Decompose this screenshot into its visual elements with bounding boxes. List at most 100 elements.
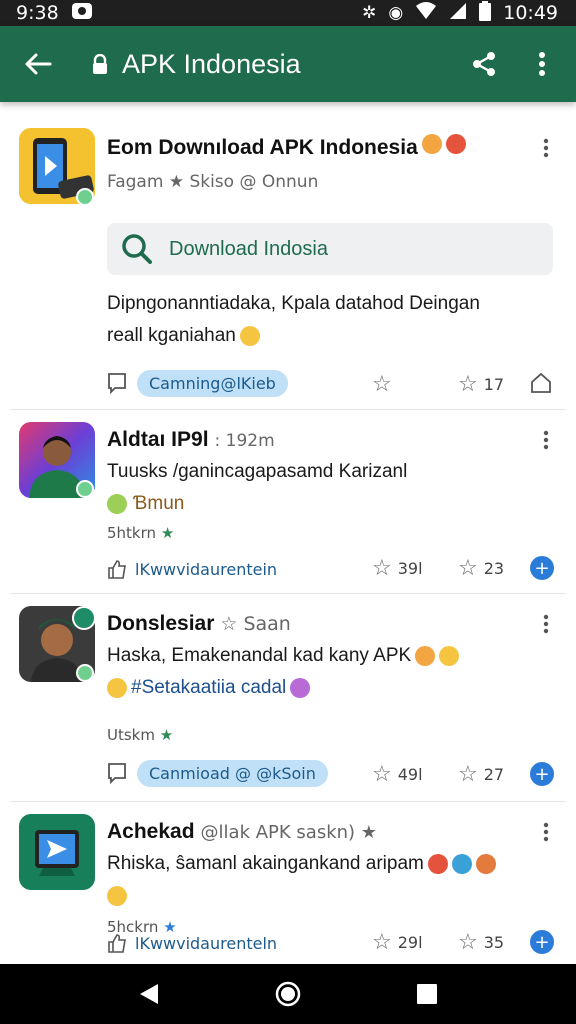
star-icon: ☆ — [458, 372, 478, 397]
favorite-button[interactable]: ☆ 17 — [458, 372, 504, 397]
home-icon[interactable] — [530, 372, 552, 394]
post-card: Aldtaı IP9l : 192m Tuusks /ganincagapasa… — [10, 410, 566, 594]
emoji-icon — [107, 677, 127, 698]
status-time-right: 10:49 — [503, 2, 558, 24]
emoji-icon — [427, 853, 448, 874]
status-time-left: 9:38 — [16, 2, 59, 24]
post-meta: Fagam ★ Skiso @ Onnun — [107, 172, 319, 192]
star-icon: ☆ — [458, 762, 478, 787]
star-button[interactable]: ☆ 49l — [372, 762, 423, 787]
profile-link[interactable]: lKwwvidaurenteln — [135, 934, 277, 953]
profile-link[interactable]: lKwwvidaurentein — [135, 560, 277, 579]
post-text: Haska, Emakenandal kad kany APK #Setakaa… — [107, 640, 547, 704]
plus-icon: + — [530, 930, 554, 954]
post-text: Rhiska, ŝamanl akaingankand aripam — [107, 848, 547, 912]
post-card: Achekad @llak APK saskn) ★ Rhiska, ŝaman… — [10, 802, 566, 964]
star-count: 39l — [397, 559, 423, 578]
wifi-icon — [415, 1, 437, 25]
plus-icon: + — [530, 762, 554, 786]
star-button[interactable]: ☆ 29l — [372, 930, 423, 955]
download-search-field[interactable]: Download Indosia — [107, 223, 553, 275]
post-small-label: Utskm — [107, 726, 155, 744]
smile-emoji-icon — [107, 885, 127, 906]
emoji-icon — [451, 853, 472, 874]
post-text-line: Tuusks /ganincagapasamd Karizanl — [107, 461, 408, 482]
search-label: Download Indosia — [169, 237, 328, 260]
share-icon[interactable] — [464, 44, 504, 84]
post-author[interactable]: Eom Downıload APK Indonesia — [107, 136, 418, 160]
star-icon: ☆ — [372, 930, 392, 955]
favorite-count: 17 — [483, 375, 505, 394]
like-icon[interactable] — [107, 933, 127, 953]
recents-nav-button[interactable] — [407, 974, 447, 1014]
add-button[interactable]: + — [530, 930, 554, 954]
app-bar: APK Indonesia — [0, 26, 576, 102]
star-button[interactable]: ☆ — [372, 372, 392, 397]
star-icon: ★ — [159, 726, 174, 744]
post-author[interactable]: Donslesiar — [107, 612, 214, 636]
post-menu-icon[interactable] — [536, 134, 556, 162]
post-text-line: Rhiska, ŝamanl akaingankand aripam — [107, 853, 424, 874]
post-small-meta: Utskm ★ — [107, 726, 173, 744]
post-time: : 192m — [214, 431, 275, 451]
star-icon: ☆ — [458, 930, 478, 955]
verified-badge — [76, 480, 94, 498]
post-author[interactable]: Achekad — [107, 820, 195, 844]
post-menu-icon[interactable] — [536, 426, 556, 454]
star-icon: ☆ — [372, 762, 392, 787]
post-text-line: Ɓmun — [133, 493, 185, 514]
settings-status-icon: ✲ — [362, 3, 377, 23]
home-nav-button[interactable] — [268, 974, 308, 1014]
emoji-icon — [290, 677, 311, 698]
favorite-count: 27 — [483, 765, 505, 784]
post-menu-icon[interactable] — [536, 610, 556, 638]
star-count: 29l — [397, 933, 423, 952]
more-options-icon[interactable] — [526, 44, 558, 84]
emoji-icon — [445, 134, 466, 154]
post-text-line: Haska, Emakenandal kad kany APK — [107, 645, 412, 666]
battery-icon — [479, 0, 492, 26]
add-button[interactable]: + — [530, 762, 554, 786]
back-nav-button[interactable] — [129, 974, 169, 1014]
verified-badge — [76, 664, 94, 682]
post-meta: ☆ Saan — [220, 613, 291, 635]
post-card: Eom Downıload APK Indonesia Fagam ★ Skis… — [10, 116, 566, 410]
tag-pill[interactable]: Canmioad @ @kSoin — [137, 759, 328, 787]
favorite-button[interactable]: ☆ 35 — [458, 930, 504, 955]
emoji-icon — [439, 645, 460, 666]
post-menu-icon[interactable] — [536, 818, 556, 846]
post-author[interactable]: Aldtaı IP9l — [107, 428, 209, 452]
emoji-icon — [107, 493, 127, 514]
favorite-button[interactable]: ☆ 23 — [458, 556, 504, 581]
post-text-line: Dipngonanntiadaka, Kpala datahod Deingan — [107, 293, 480, 314]
back-arrow-icon[interactable] — [18, 44, 58, 84]
star-button[interactable]: ☆ 39l — [372, 556, 423, 581]
star-icon: ☆ — [372, 372, 392, 397]
plus-icon: + — [530, 556, 554, 580]
signal-icon — [449, 2, 467, 25]
emoji-icon — [475, 853, 496, 874]
star-icon: ☆ — [458, 556, 478, 581]
emoji-icon — [421, 134, 442, 154]
smile-emoji-icon — [239, 325, 260, 346]
verified-badge — [76, 188, 94, 206]
hotspot-icon: ◉ — [388, 3, 404, 23]
favorite-count: 23 — [483, 559, 505, 578]
emoji-icon — [415, 645, 436, 666]
add-button[interactable]: + — [530, 556, 554, 580]
system-nav-bar — [0, 964, 576, 1024]
post-card: Donslesiar ☆ Saan Haska, Emakenandal kad… — [10, 594, 566, 802]
comment-icon[interactable] — [107, 372, 127, 394]
star-count: 49l — [397, 765, 423, 784]
app-avatar[interactable] — [19, 814, 95, 890]
notification-icon — [71, 2, 93, 25]
post-small-meta: 5htkrn ★ — [107, 524, 174, 542]
tag-pill[interactable]: Camning@lKieb — [137, 369, 288, 397]
star-icon: ★ — [160, 524, 175, 542]
status-bar: 9:38 ✲ ◉ 10:49 — [0, 0, 576, 26]
like-icon[interactable] — [107, 559, 127, 579]
favorite-button[interactable]: ☆ 27 — [458, 762, 504, 787]
post-text-line: reall kganiahan — [107, 325, 236, 346]
post-text: Dipngonanntiadaka, Kpala datahod Deingan… — [107, 288, 527, 352]
comment-icon[interactable] — [107, 762, 127, 784]
